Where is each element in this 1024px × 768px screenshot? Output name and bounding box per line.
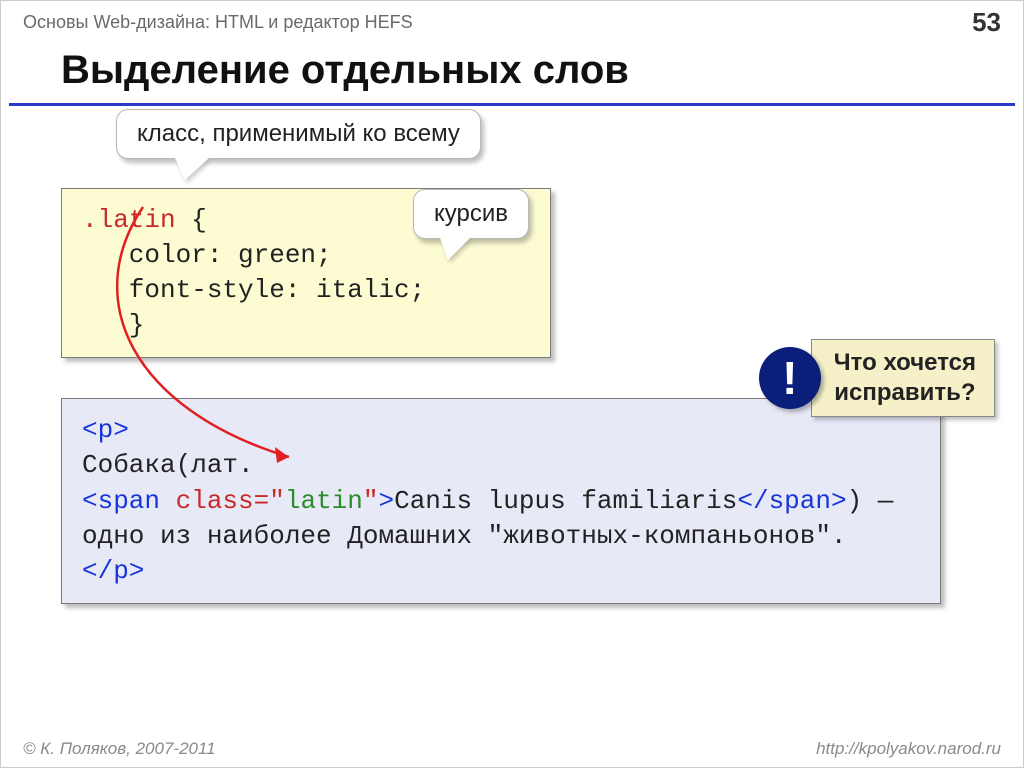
slide: Основы Web-дизайна: HTML и редактор HEFS… [0,0,1024,768]
callout-tail-icon [440,238,470,260]
q2: " [363,486,379,516]
exclamation-icon: ! [759,347,821,409]
page-number: 53 [972,7,1001,38]
footer-url: http://kpolyakov.narod.ru [816,739,1001,759]
css-rule-1: color: green; [82,240,332,270]
callout-tail-icon [175,158,209,180]
topbar: Основы Web-дизайна: HTML и редактор HEFS… [1,1,1023,42]
span-close: </span> [737,486,846,516]
callout-italic: курсив [413,189,529,239]
css-open: { [176,205,207,235]
footer: © К. Поляков, 2007-2011 http://kpolyakov… [1,739,1023,759]
alert-box: ! Что хочется исправить? [759,339,995,417]
callout-class-text: класс, применимый ко всему [137,120,460,147]
text-dog: Собака(лат. [82,450,254,480]
callout-italic-text: курсив [434,200,508,227]
q1: " [269,486,285,516]
p-open: <p> [82,415,129,445]
alert-line2: исправить? [834,378,976,408]
p-close: </p> [82,556,144,586]
span-open-end: > [378,486,394,516]
latin-text: Canis lupus familiaris [394,486,737,516]
exclamation-mark: ! [782,351,797,405]
css-selector: .latin [82,205,176,235]
css-rule-2: font-style: italic; [82,275,425,305]
alert-note: Что хочется исправить? [811,339,995,417]
html-code-block: <p>Собака(лат.<span class="latin">Canis … [61,398,941,603]
copyright: © К. Поляков, 2007-2011 [23,739,216,759]
class-val: latin [285,486,363,516]
css-close: } [82,310,144,340]
alert-line1: Что хочется [834,348,976,378]
class-attr: class= [176,486,270,516]
span-open: <span [82,486,176,516]
slide-title: Выделение отдельных слов [9,42,1015,106]
course-label: Основы Web-дизайна: HTML и редактор HEFS [23,12,413,33]
callout-class: класс, применимый ко всему [116,109,481,159]
